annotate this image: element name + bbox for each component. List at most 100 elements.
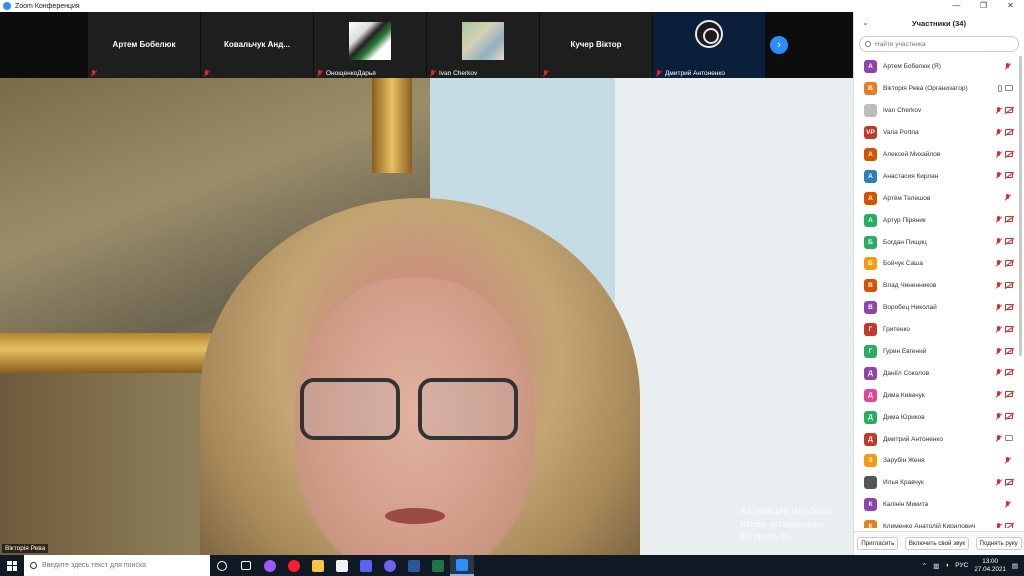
- participant-row[interactable]: Илья Кравчук: [854, 472, 1024, 494]
- participant-name: Илья Кравчук: [883, 479, 924, 487]
- camera-icon: [1005, 84, 1013, 91]
- notifications-icon[interactable]: ▤: [1012, 562, 1018, 570]
- chevron-up-icon[interactable]: ⌃: [922, 562, 927, 570]
- panel-footer: Пригласить Включить свой звук Поднять ру…: [854, 531, 1024, 555]
- participant-row[interactable]: VP Varia Portna: [854, 122, 1024, 144]
- participant-search-input[interactable]: [875, 40, 1005, 48]
- participant-status-icons: [1005, 457, 1011, 464]
- participant-row[interactable]: Ivan Cherkov: [854, 100, 1024, 122]
- participant-avatar: А: [864, 169, 877, 183]
- zoom-taskbar-button[interactable]: [450, 555, 474, 576]
- unmute-self-button[interactable]: Включить свой звук: [904, 537, 970, 550]
- camera-off-icon: [1005, 369, 1013, 376]
- participant-name: Бойчук Саша: [883, 260, 924, 268]
- zoom-logo-icon: [3, 2, 11, 10]
- viber-taskbar-button[interactable]: [378, 555, 402, 576]
- glasses-lens: [300, 378, 400, 440]
- network-icon[interactable]: ▥: [933, 562, 939, 570]
- participant-avatar: Г: [864, 323, 877, 337]
- opera-taskbar-button[interactable]: [282, 555, 306, 576]
- video-tile[interactable]: Ivan Cherkov: [427, 12, 539, 78]
- participants-scrollbar[interactable]: [1019, 56, 1022, 356]
- mic-muted-icon: [1005, 457, 1011, 464]
- participant-row[interactable]: К Клименко Анатолій Кирилович: [854, 516, 1024, 528]
- mic-muted-icon: [996, 216, 1002, 223]
- participant-row[interactable]: В Вікторія Рева (Организатор): [854, 78, 1024, 100]
- participant-row[interactable]: Д Дима Кивачук: [854, 384, 1024, 406]
- volume-icon[interactable]: ◖: [945, 562, 949, 569]
- raise-hand-button[interactable]: Поднять руку: [975, 537, 1022, 550]
- participant-row[interactable]: А Артём Телешов: [854, 187, 1024, 209]
- participant-status-icons: [1005, 194, 1011, 201]
- word-taskbar-button[interactable]: [402, 555, 426, 576]
- participant-avatar: А: [864, 60, 877, 74]
- participant-status-icons: [996, 260, 1013, 267]
- participant-row[interactable]: Г Гурин Евгений: [854, 341, 1024, 363]
- cortana-taskbar-button[interactable]: [210, 555, 234, 576]
- next-page-button[interactable]: ›: [770, 36, 788, 54]
- participant-row[interactable]: А Алексей Михайлов: [854, 144, 1024, 166]
- start-button[interactable]: [0, 555, 24, 576]
- chevron-down-icon[interactable]: ⌄: [862, 18, 869, 27]
- participant-row[interactable]: В Влад Чиненников: [854, 275, 1024, 297]
- participant-avatar: [864, 104, 877, 118]
- mic-muted-icon: [996, 238, 1002, 245]
- participant-status-icons: [998, 84, 1013, 92]
- participant-row[interactable]: Б Бойчук Саша: [854, 253, 1024, 275]
- watermark-subtitle: Чтобы активировать Windows, п...: [740, 519, 826, 541]
- clock-date: 27.04.2021: [974, 565, 1006, 573]
- participant-row[interactable]: Д Дима Юриков: [854, 406, 1024, 428]
- clock[interactable]: 13:00 27.04.2021: [974, 558, 1006, 574]
- taskbar-search[interactable]: [24, 555, 210, 576]
- participant-status-icons: [996, 172, 1013, 179]
- participant-search[interactable]: [859, 36, 1019, 52]
- camera-off-icon: [1005, 391, 1013, 398]
- participant-avatar: К: [864, 498, 877, 512]
- store-taskbar-button[interactable]: [330, 555, 354, 576]
- participant-status-icons: [1005, 63, 1011, 70]
- participant-avatar: А: [864, 191, 877, 205]
- minimize-button[interactable]: —: [943, 0, 970, 12]
- tile-footer: [204, 70, 213, 77]
- participant-row[interactable]: Д Дмитрий Антоненко: [854, 428, 1024, 450]
- participant-status-icons: [996, 303, 1013, 311]
- participant-row[interactable]: К Калінін Микита: [854, 494, 1024, 516]
- language-indicator[interactable]: РУС: [955, 562, 968, 569]
- video-tile[interactable]: Артем Бобелюк: [88, 12, 200, 78]
- participant-avatar: Г: [864, 345, 877, 359]
- participant-row[interactable]: Б Богдан Пищиц: [854, 231, 1024, 253]
- participant-name: Воробец Николай: [883, 304, 937, 312]
- video-tile[interactable]: ОнощенкоДарья: [314, 12, 426, 78]
- app-purple-taskbar-button[interactable]: [258, 555, 282, 576]
- discord-taskbar-button[interactable]: [354, 555, 378, 576]
- task-view-taskbar-button[interactable]: [234, 555, 258, 576]
- participant-row[interactable]: Д Даніїл Соколов: [854, 362, 1024, 384]
- camera-off-icon: [1005, 325, 1013, 332]
- participant-avatar: Д: [864, 410, 877, 424]
- invite-button[interactable]: Пригласить: [857, 537, 899, 550]
- mic-muted-icon: [1005, 63, 1011, 70]
- participant-name: Дима Кивачук: [883, 391, 925, 399]
- maximize-button[interactable]: ❐: [970, 0, 997, 12]
- camera-off-icon: [1005, 150, 1013, 157]
- participant-row[interactable]: Г Гритенко: [854, 319, 1024, 341]
- window-controls: — ❐ ✕: [943, 0, 1024, 12]
- participant-row[interactable]: А Артем Бобелюк (Я): [854, 56, 1024, 78]
- participant-status-icons: [996, 216, 1013, 223]
- watermark-title: Активация Windows: [740, 506, 833, 517]
- participant-row[interactable]: В Воробец Николай: [854, 297, 1024, 319]
- participant-name: Ivan Cherkov: [883, 107, 922, 115]
- participant-row[interactable]: А Артур Піряник: [854, 209, 1024, 231]
- participant-row[interactable]: З Зарубін Женя: [854, 450, 1024, 472]
- participants-panel: ⌄ Участники (34) А Артем Бобелюк (Я) В Вікт…: [853, 12, 1024, 555]
- close-button[interactable]: ✕: [997, 0, 1024, 12]
- video-tile[interactable]: Кучер Віктор: [540, 12, 652, 78]
- participant-row[interactable]: А Анастасия Кирлан: [854, 165, 1024, 187]
- video-tile[interactable]: Дмитрий Антоненко: [653, 12, 765, 78]
- excel-taskbar-button[interactable]: [426, 555, 450, 576]
- video-tile[interactable]: Ковальчук Анд...: [201, 12, 313, 78]
- participant-avatar: В: [864, 82, 877, 96]
- file-explorer-taskbar-button[interactable]: [306, 555, 330, 576]
- taskbar-search-input[interactable]: [42, 562, 202, 569]
- participant-name: Алексей Михайлов: [883, 151, 941, 158]
